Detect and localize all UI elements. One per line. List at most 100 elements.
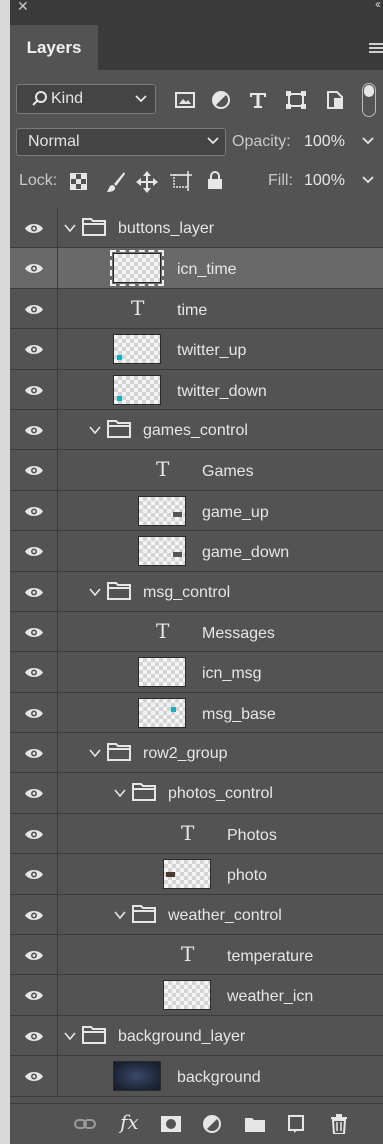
chevron-down-icon[interactable] (64, 1031, 76, 1041)
layer-row[interactable]: msg_control (10, 571, 383, 612)
visibility-eye-icon[interactable] (24, 424, 44, 437)
layer-row[interactable]: row2_group (10, 733, 383, 774)
visibility-toggle[interactable] (10, 248, 58, 288)
blend-mode-select[interactable]: Normal (16, 128, 226, 156)
visibility-eye-icon[interactable] (24, 303, 44, 316)
layer-row[interactable]: game_up (10, 490, 383, 532)
visibility-eye-icon[interactable] (24, 343, 44, 356)
layer-row[interactable]: Ttime (10, 288, 383, 330)
layer-row[interactable]: T Messages (10, 611, 383, 653)
filter-toggle[interactable] (362, 83, 376, 117)
layer-thumbnail[interactable] (138, 697, 186, 728)
layer-name[interactable]: games_control (143, 422, 248, 440)
fill-value[interactable]: 100% (304, 172, 345, 190)
visibility-eye-icon[interactable] (24, 262, 44, 275)
layer-thumbnail[interactable] (113, 1061, 161, 1092)
layer-name[interactable]: time (177, 302, 207, 320)
layer-row[interactable]: weather_icn (10, 975, 383, 1016)
visibility-toggle[interactable] (10, 208, 58, 248)
adjustment-layer-icon[interactable] (202, 1114, 224, 1134)
visibility-toggle[interactable] (10, 854, 58, 894)
layer-name[interactable]: Messages (202, 625, 275, 643)
visibility-eye-icon[interactable] (24, 949, 44, 962)
lock-artboard-icon[interactable] (170, 171, 192, 191)
adjustment-filter-icon[interactable] (210, 90, 232, 110)
chevron-down-icon[interactable] (114, 910, 126, 920)
layer-row[interactable]: photos_control (10, 773, 383, 814)
visibility-eye-icon[interactable] (24, 747, 44, 760)
layer-row[interactable]: photo (10, 854, 383, 895)
visibility-eye-icon[interactable] (24, 586, 44, 599)
chevron-down-icon[interactable] (114, 788, 126, 798)
visibility-toggle[interactable] (10, 975, 58, 1015)
layer-thumbnail[interactable] (138, 657, 186, 688)
visibility-toggle[interactable] (10, 329, 58, 369)
opacity-value[interactable]: 100% (304, 133, 345, 151)
layer-name[interactable]: msg_base (202, 706, 276, 724)
visibility-eye-icon[interactable] (24, 1070, 44, 1083)
layer-row[interactable]: game_down (10, 531, 383, 572)
visibility-eye-icon[interactable] (24, 666, 44, 679)
layer-row[interactable]: buttons_layer (10, 208, 383, 249)
shape-filter-icon[interactable] (285, 90, 307, 110)
layer-thumbnail[interactable] (110, 250, 164, 287)
new-group-icon[interactable] (244, 1114, 266, 1134)
visibility-toggle[interactable] (10, 490, 58, 531)
layer-name[interactable]: game_up (202, 504, 269, 522)
chevron-down-icon[interactable] (89, 425, 101, 435)
lock-transparent-pixels-icon[interactable] (70, 173, 87, 190)
layer-thumbnail[interactable] (138, 536, 186, 567)
visibility-toggle[interactable] (10, 571, 58, 611)
visibility-toggle[interactable] (10, 813, 58, 854)
layer-thumbnail[interactable] (138, 495, 186, 526)
layer-name[interactable]: twitter_up (177, 342, 246, 360)
layer-name[interactable]: weather_control (168, 907, 282, 925)
layer-row[interactable]: twitter_down (10, 369, 383, 410)
visibility-eye-icon[interactable] (24, 545, 44, 558)
layer-row[interactable]: T Photos (10, 813, 383, 855)
layer-row[interactable]: background (10, 1056, 383, 1097)
chevron-down-icon[interactable] (64, 223, 76, 233)
layer-name[interactable]: msg_control (143, 584, 230, 602)
layer-name[interactable]: Games (202, 463, 254, 481)
opacity-chevron-icon[interactable] (361, 132, 375, 150)
visibility-toggle[interactable] (10, 692, 58, 733)
layer-row[interactable]: twitter_up (10, 329, 383, 370)
visibility-eye-icon[interactable] (24, 707, 44, 720)
layer-name[interactable]: Photos (227, 827, 277, 845)
visibility-eye-icon[interactable] (24, 384, 44, 397)
filter-kind-select[interactable]: Kind (16, 84, 156, 114)
layer-row[interactable]: weather_control (10, 894, 383, 936)
layer-row[interactable]: T Games (10, 450, 383, 491)
visibility-eye-icon[interactable] (24, 868, 44, 881)
visibility-toggle[interactable] (10, 450, 58, 490)
new-layer-icon[interactable] (286, 1114, 308, 1134)
layer-name[interactable]: weather_icn (227, 988, 313, 1006)
visibility-toggle[interactable] (10, 369, 58, 409)
image-filter-icon[interactable] (174, 90, 196, 110)
layer-thumbnail[interactable] (113, 374, 161, 405)
visibility-toggle[interactable] (10, 288, 58, 329)
layer-thumbnail[interactable] (163, 859, 211, 890)
collapse-panel-icon[interactable]: ‹‹ (375, 0, 381, 11)
visibility-toggle[interactable] (10, 894, 58, 935)
visibility-eye-icon[interactable] (24, 464, 44, 477)
layer-name[interactable]: icn_time (177, 261, 237, 279)
visibility-eye-icon[interactable] (24, 1030, 44, 1043)
delete-layer-icon[interactable] (328, 1114, 350, 1134)
layer-name[interactable]: buttons_layer (118, 220, 214, 238)
panel-menu-icon[interactable] (369, 43, 383, 55)
layer-name[interactable]: game_down (202, 544, 289, 562)
tab-layers[interactable]: Layers (10, 25, 98, 70)
layer-name[interactable]: temperature (227, 948, 313, 966)
chevron-down-icon[interactable] (89, 587, 101, 597)
layer-name[interactable]: photos_control (168, 785, 273, 803)
visibility-eye-icon[interactable] (24, 909, 44, 922)
layer-row[interactable]: icn_msg (10, 652, 383, 693)
visibility-eye-icon[interactable] (24, 787, 44, 800)
visibility-toggle[interactable] (10, 409, 58, 450)
layer-row[interactable]: Ttemperature (10, 935, 383, 976)
layer-thumbnail[interactable] (163, 980, 211, 1011)
fill-chevron-icon[interactable] (361, 171, 375, 189)
layer-name[interactable]: background_layer (118, 1028, 245, 1046)
